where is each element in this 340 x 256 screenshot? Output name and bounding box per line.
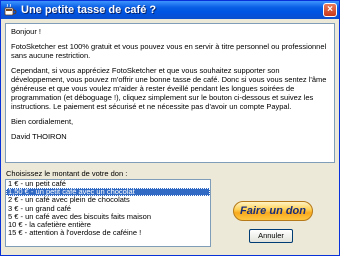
- donation-amount-label: Choisissez le montant de votre don :: [6, 169, 128, 178]
- title-bar[interactable]: Une petite tasse de café ? ×: [1, 1, 339, 19]
- intro-paragraph: FotoSketcher est 100% gratuit et vous po…: [11, 42, 327, 60]
- cancel-button[interactable]: Annuler: [249, 229, 293, 243]
- coffee-cup-icon: [4, 3, 17, 17]
- donation-paragraph: Cependant, si vous appréciez FotoSketche…: [11, 66, 327, 111]
- window-title: Une petite tasse de café ?: [21, 4, 157, 16]
- greeting-text: Bonjour !: [11, 27, 42, 36]
- list-item[interactable]: 15 € - attention à l'overdose de caféine…: [6, 228, 210, 237]
- close-button[interactable]: ×: [323, 3, 337, 17]
- donate-button[interactable]: Faire un don: [233, 201, 313, 221]
- signature-text: David THOIRON: [11, 132, 67, 141]
- donation-amount-list[interactable]: 1 € - un petit café 1,50 € - un petit ca…: [5, 179, 211, 247]
- message-text-area[interactable]: Bonjour ! FotoSketcher est 100% gratuit …: [5, 23, 335, 163]
- closing-text: Bien cordialement,: [11, 117, 74, 126]
- donation-dialog: Une petite tasse de café ? × Bonjour ! F…: [0, 0, 340, 256]
